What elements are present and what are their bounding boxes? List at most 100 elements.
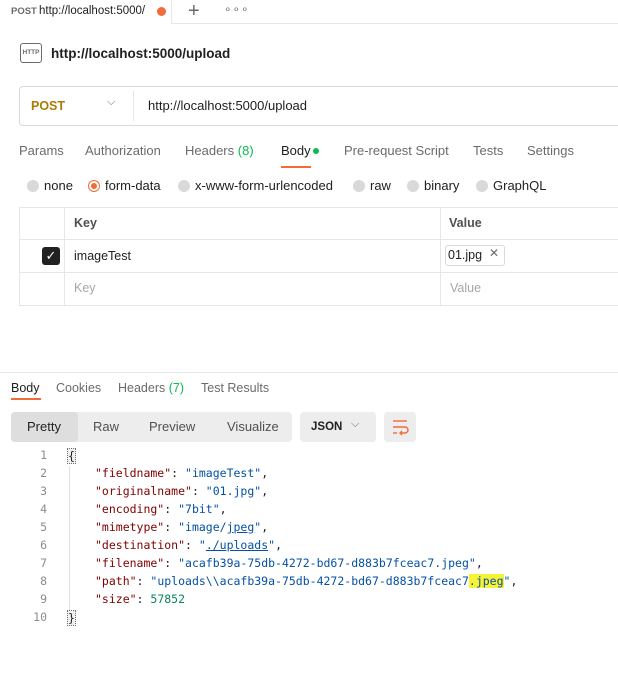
code-text: "destination": "./uploads", (95, 538, 282, 552)
row-key-cell[interactable]: imageTest (74, 249, 131, 263)
chevron-down-icon[interactable]: ⌵ (107, 96, 115, 109)
chevron-down-icon: ⌵ (351, 418, 360, 430)
http-request-icon: HTTP (20, 43, 42, 63)
wrap-lines-icon (393, 420, 409, 436)
response-tab-body[interactable]: Body (11, 381, 40, 395)
code-text: "size": 57852 (95, 592, 186, 606)
active-response-tab-indicator (11, 398, 41, 400)
close-icon[interactable]: ✕ (489, 246, 499, 260)
radio-dot-icon (88, 180, 100, 192)
open-brace: { (67, 448, 76, 464)
json-string: "01.jpg" (205, 484, 262, 498)
line-number: 4 (40, 502, 47, 516)
request-tab-method: POST (11, 6, 37, 17)
column-header-key: Key (74, 216, 97, 230)
line-number: 10 (33, 610, 47, 624)
tab-prerequest-script[interactable]: Pre-request Script (344, 143, 449, 158)
radio-dot-icon (476, 180, 488, 192)
response-tab-headers[interactable]: Headers (7) (118, 381, 184, 395)
line-number: 3 (40, 484, 47, 498)
view-mode-raw[interactable]: Raw (93, 419, 119, 434)
tab-headers[interactable]: Headers (8) (185, 143, 254, 158)
radio-dot-icon (353, 180, 365, 192)
line-number: 7 (40, 556, 47, 570)
response-divider (0, 372, 618, 373)
url-input[interactable] (148, 98, 548, 113)
tab-headers-count: (8) (237, 143, 254, 158)
code-text: "originalname": "01.jpg", (95, 484, 269, 498)
table-divider (64, 207, 65, 306)
line-number: 5 (40, 520, 47, 534)
row-enabled-checkbox[interactable]: ✓ (42, 247, 60, 265)
json-key: "size" (95, 592, 137, 606)
radio-dot-icon (407, 180, 419, 192)
code-text: "fieldname": "imageTest", (95, 466, 269, 480)
new-value-input[interactable]: Value (450, 281, 481, 295)
radio-label: x-www-form-urlencoded (195, 178, 333, 193)
radio-label: binary (424, 178, 460, 193)
close-brace: } (67, 610, 76, 626)
radio-dot-icon (178, 180, 190, 192)
file-name: 01.jpg (448, 248, 483, 262)
json-string: "imageTest" (185, 466, 262, 480)
page-title[interactable]: http://localhost:5000/upload (51, 46, 230, 61)
plus-icon[interactable]: + (188, 0, 200, 22)
highlighted-extension: .jpeg (468, 574, 504, 588)
check-icon: ✓ (45, 248, 57, 263)
line-number: 1 (40, 448, 47, 462)
json-string: "image/ (178, 520, 227, 534)
response-tab-test-results[interactable]: Test Results (201, 381, 269, 395)
line-number: 8 (40, 574, 47, 588)
new-key-input[interactable]: Key (74, 281, 96, 295)
tab-headers-label: Headers (185, 143, 235, 158)
line-number: 6 (40, 538, 47, 552)
tab-settings[interactable]: Settings (527, 143, 574, 158)
more-icon[interactable]: ∘∘∘ (224, 2, 250, 16)
json-key: "encoding" (95, 502, 165, 516)
code-text: "mimetype": "image/jpeg", (95, 520, 269, 534)
json-key: "filename" (95, 556, 165, 570)
json-key: "originalname" (95, 484, 192, 498)
json-number: 57852 (150, 592, 186, 606)
wrap-lines-button[interactable] (384, 412, 416, 442)
radio-label: none (44, 178, 73, 193)
view-mode-preview[interactable]: Preview (149, 419, 195, 434)
unsaved-dot-icon (157, 7, 166, 16)
view-mode-pretty[interactable]: Pretty (27, 419, 61, 434)
url-divider (133, 91, 134, 121)
line-number: 2 (40, 466, 47, 480)
radio-label: form-data (105, 178, 161, 193)
line-number: 9 (40, 592, 47, 606)
code-text: "path": "uploads\\acafb39a-75db-4272-bd6… (95, 574, 518, 588)
tab-params[interactable]: Params (19, 143, 64, 158)
json-string: "uploads\\acafb39a-75db-4272-bd67-d883b7… (150, 574, 469, 588)
radio-label: raw (370, 178, 391, 193)
column-header-value: Value (449, 216, 482, 230)
json-string: "acafb39a-75db-4272-bd67-d883b7fceac7.jp… (178, 556, 476, 570)
table-divider (440, 207, 441, 306)
view-mode-visualize[interactable]: Visualize (227, 419, 279, 434)
response-tab-cookies[interactable]: Cookies (56, 381, 101, 395)
format-label: JSON (311, 421, 343, 433)
active-tab-indicator (281, 166, 311, 168)
tab-authorization[interactable]: Authorization (85, 143, 161, 158)
radio-dot-icon (27, 180, 39, 192)
tab-tests[interactable]: Tests (473, 143, 503, 158)
json-key: "mimetype" (95, 520, 165, 534)
json-string-link[interactable]: ./uploads (206, 538, 268, 552)
radio-label: GraphQL (493, 178, 547, 193)
json-key: "destination" (95, 538, 186, 552)
json-string: " (198, 538, 206, 552)
json-string-link[interactable]: jpeg (227, 520, 255, 534)
code-text: "filename": "acafb39a-75db-4272-bd67-d88… (95, 556, 483, 570)
table-divider (19, 239, 618, 240)
table-divider (19, 272, 618, 273)
body-active-dot-icon (313, 148, 319, 154)
json-key: "path" (95, 574, 137, 588)
method-select[interactable]: POST (31, 99, 65, 113)
response-tab-headers-count: (7) (168, 381, 185, 395)
json-string: "7bit" (178, 502, 220, 516)
response-tab-headers-label: Headers (118, 381, 166, 395)
tab-body[interactable]: Body (281, 143, 311, 158)
request-tab-url: http://localhost:5000/ (39, 5, 146, 17)
